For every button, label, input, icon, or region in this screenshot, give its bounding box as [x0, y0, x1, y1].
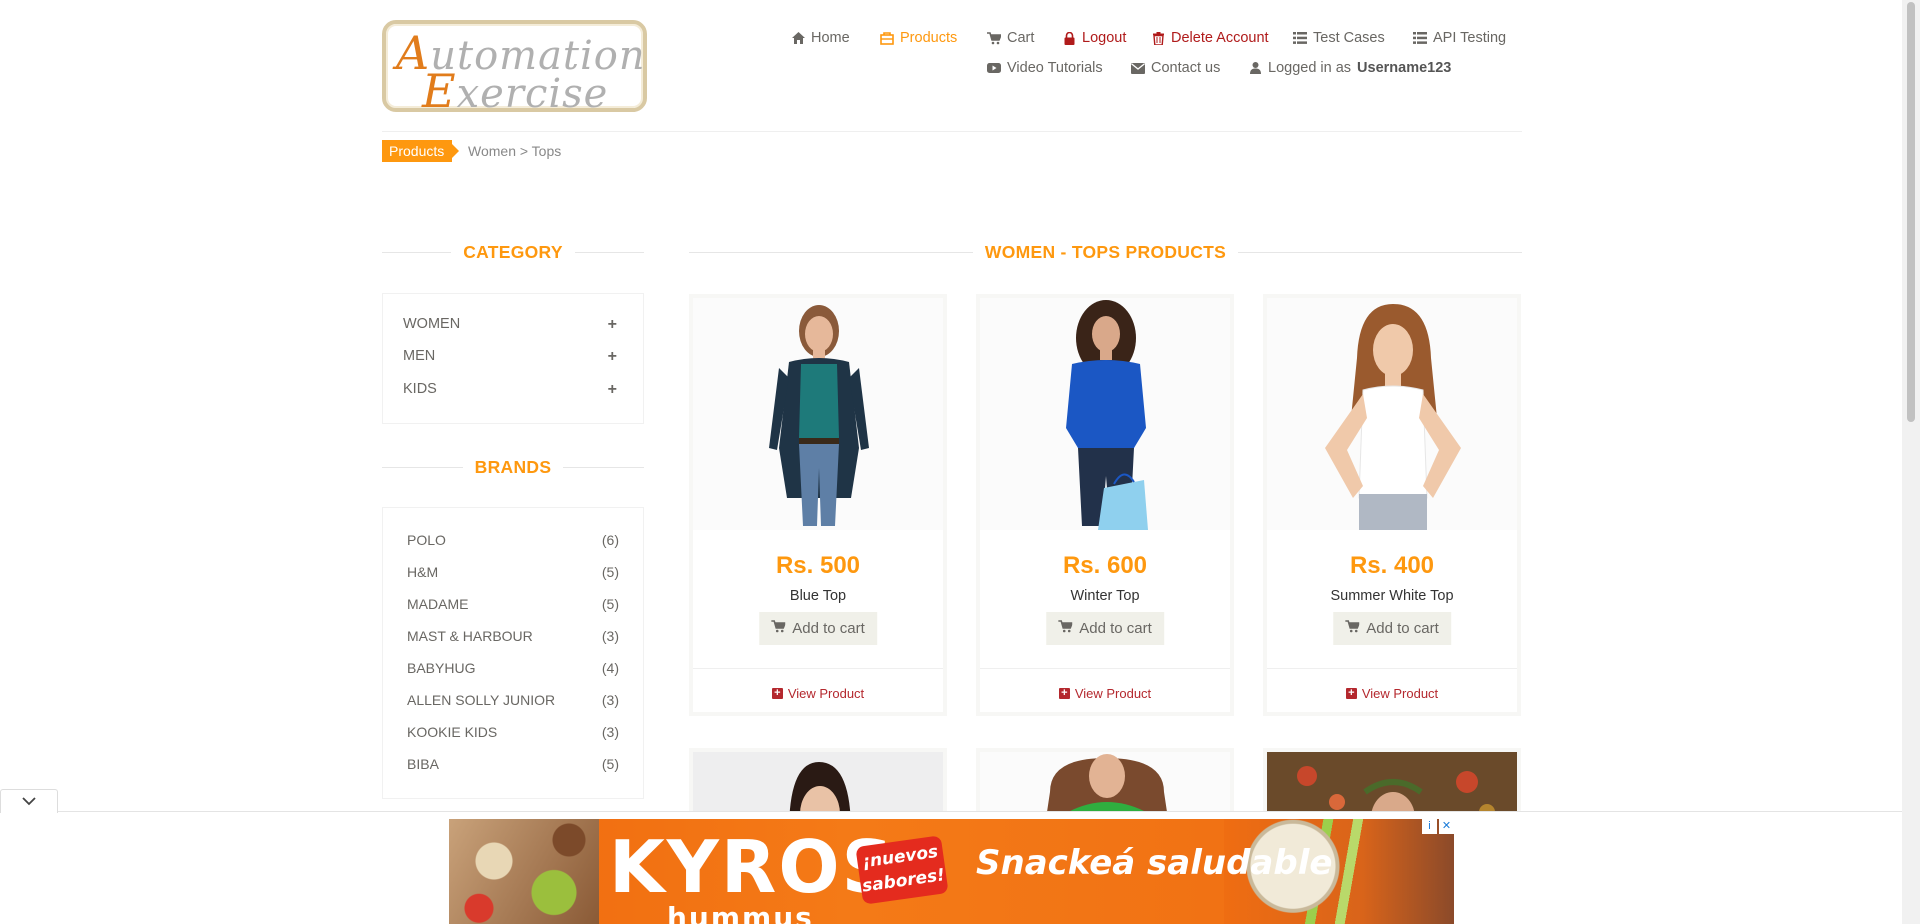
product-image	[1267, 298, 1517, 530]
ad-close-icon[interactable]: ✕	[1439, 819, 1454, 834]
site-logo[interactable]: Automation Exercise	[382, 20, 647, 118]
product-price: Rs. 600	[1062, 552, 1148, 579]
category-women[interactable]: WOMEN +	[403, 316, 617, 334]
plus-icon[interactable]: +	[608, 348, 617, 366]
product-price: Rs. 500	[775, 552, 861, 579]
list-icon	[1293, 31, 1307, 45]
page-scrollbar[interactable]	[1902, 0, 1920, 924]
brand-kookie-kids[interactable]: KOOKIE KIDS (3)	[407, 724, 619, 740]
brand-allen-solly-junior[interactable]: ALLEN SOLLY JUNIOR (3)	[407, 692, 619, 708]
user-icon	[1248, 61, 1262, 75]
nav-test-cases[interactable]: Test Cases	[1293, 30, 1385, 46]
chevron-down-icon	[22, 793, 36, 811]
add-to-cart-button[interactable]: Add to cart	[759, 612, 877, 645]
product-card: Rs. 500 Blue Top Add to cart + View Prod…	[689, 294, 947, 716]
brands-heading: BRANDS	[382, 457, 645, 478]
view-product-link[interactable]: + View Product	[980, 686, 1230, 701]
advertisement[interactable]: KYROS hummus ¡nuevos sabores! Snackeá sa…	[449, 819, 1454, 924]
product-name: Winter Top	[1070, 588, 1140, 604]
plus-square-icon: +	[1345, 688, 1357, 699]
ad-food-image	[449, 819, 599, 924]
cart-icon	[1058, 620, 1074, 637]
ad-badge: ¡nuevos sabores!	[855, 835, 949, 905]
nav-contact-us[interactable]: Contact us	[1131, 60, 1220, 76]
cart-icon	[1345, 620, 1361, 637]
cart-icon	[771, 620, 787, 637]
brands-panel: POLO (6) H&M (5) MADAME (5) MAST & HARBOUR(…	[382, 507, 644, 799]
breadcrumb-products[interactable]: Products	[382, 140, 460, 162]
plus-square-icon: +	[1058, 688, 1070, 699]
ad-collapse-button[interactable]	[0, 789, 58, 813]
product-image	[693, 298, 943, 530]
product-image	[980, 298, 1230, 530]
plus-icon[interactable]: +	[608, 316, 617, 334]
add-to-cart-button[interactable]: Add to cart	[1333, 612, 1451, 645]
nav-logout[interactable]: Logout	[1062, 30, 1126, 46]
brand-polo[interactable]: POLO (6)	[407, 532, 619, 548]
youtube-icon	[987, 61, 1001, 75]
brand-hm[interactable]: H&M (5)	[407, 564, 619, 580]
plus-icon[interactable]: +	[608, 381, 617, 399]
breadcrumb-path: Women > Tops	[468, 143, 562, 159]
products-heading: WOMEN - TOPS PRODUCTS	[689, 242, 1523, 263]
ad-info-icon[interactable]: i	[1422, 819, 1437, 834]
ad-subbrand: hummus	[667, 901, 814, 924]
nav-cart[interactable]: Cart	[987, 30, 1034, 46]
nav-video-tutorials[interactable]: Video Tutorials	[987, 60, 1103, 76]
nav-products[interactable]: Products	[880, 30, 957, 46]
category-kids[interactable]: KIDS +	[403, 381, 617, 399]
add-to-cart-button[interactable]: Add to cart	[1046, 612, 1164, 645]
nav-logged-in-as: Logged in as Username123	[1248, 60, 1451, 76]
view-product-link[interactable]: + View Product	[693, 686, 943, 701]
page: Automation Exercise Home Products Cart L…	[0, 0, 1902, 924]
plus-square-icon: +	[771, 688, 783, 699]
nav-delete-account[interactable]: Delete Account	[1151, 30, 1269, 46]
product-card: Rs. 600 Winter Top Add to cart + View Pr…	[976, 294, 1234, 716]
product-name: Blue Top	[789, 588, 847, 604]
products-icon	[880, 31, 894, 45]
nav-api-testing[interactable]: API Testing	[1413, 30, 1506, 46]
list-icon	[1413, 31, 1427, 45]
brand-madame[interactable]: MADAME (5)	[407, 596, 619, 612]
brand-biba[interactable]: BIBA (5)	[407, 756, 619, 772]
ad-slogan: Snackeá saludable	[976, 843, 1333, 883]
category-heading: CATEGORY	[382, 242, 644, 263]
username: Username123	[1357, 60, 1452, 76]
home-icon	[791, 31, 805, 45]
trash-icon	[1151, 31, 1165, 45]
product-card: Rs. 400 Summer White Top Add to cart + V…	[1263, 294, 1521, 716]
lock-icon	[1062, 31, 1076, 45]
view-product-link[interactable]: + View Product	[1267, 686, 1517, 701]
product-price: Rs. 400	[1349, 552, 1435, 579]
product-name: Summer White Top	[1330, 588, 1454, 604]
header-divider	[382, 131, 1522, 132]
category-panel: WOMEN + MEN + KIDS +	[382, 293, 644, 424]
ad-brand: KYROS	[609, 825, 896, 909]
scrollbar-thumb[interactable]	[1907, 2, 1915, 422]
category-men[interactable]: MEN +	[403, 348, 617, 366]
brand-babyhug[interactable]: BABYHUG (4)	[407, 660, 619, 676]
ad-controls: i ✕	[1422, 819, 1454, 834]
envelope-icon	[1131, 61, 1145, 75]
brand-mast-harbour[interactable]: MAST & HARBOUR (3)	[407, 628, 619, 644]
cart-icon	[987, 31, 1001, 45]
nav-home[interactable]: Home	[791, 30, 850, 46]
